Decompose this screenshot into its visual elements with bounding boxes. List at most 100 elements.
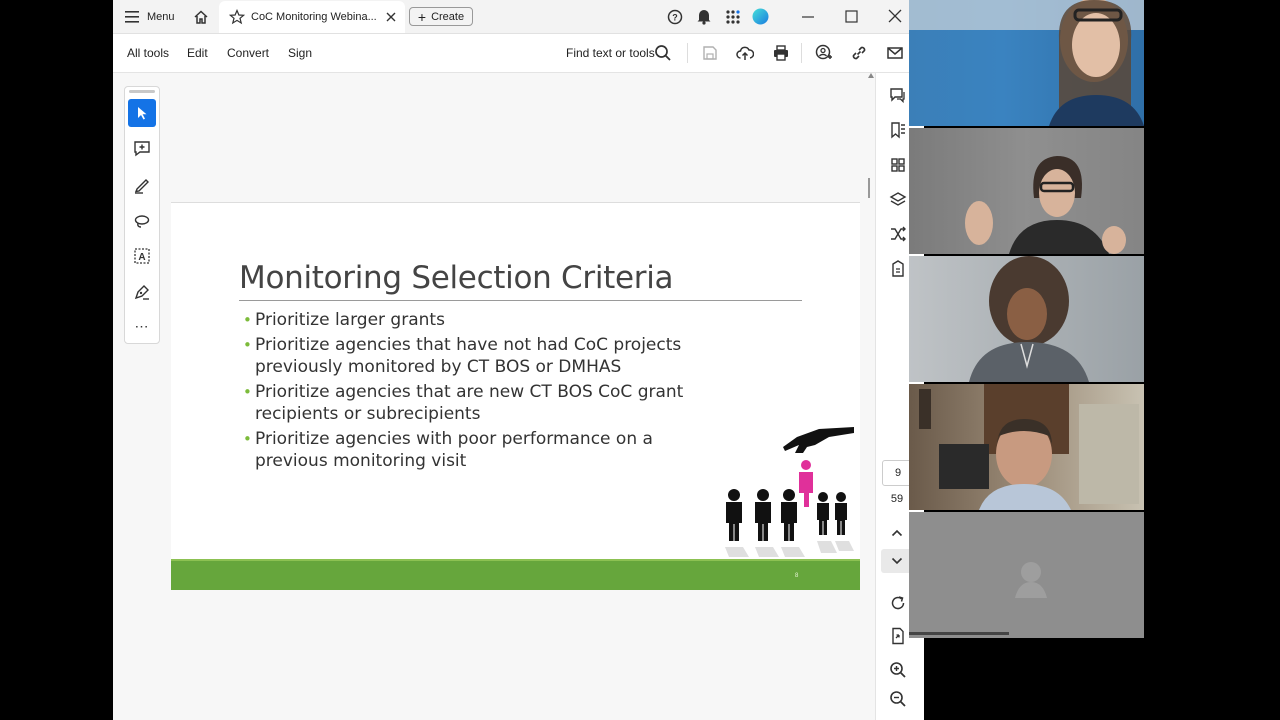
participant-video-tile[interactable] [909,0,1144,126]
close-window-icon[interactable] [888,9,902,23]
text-box-icon: A [134,248,150,264]
participant-video-tile[interactable] [909,384,1144,510]
apps-grid-icon[interactable] [725,9,741,25]
rotate-view-button[interactable] [888,593,908,613]
save-icon[interactable] [701,44,719,62]
upload-cloud-icon[interactable] [736,44,754,62]
vertical-scrollbar[interactable] [867,73,875,720]
toolbar-divider [687,43,688,63]
chevron-up-icon [891,529,903,537]
sign-tool-button[interactable] [128,278,156,306]
scroll-up-arrow-icon[interactable] [868,73,874,78]
participant-video-tile[interactable] [909,256,1144,382]
email-icon[interactable] [886,44,904,62]
extract-page-button[interactable] [888,626,908,646]
bookmark-icon [891,122,905,139]
bullet-text: Prioritize agencies that are new CT BOS … [255,382,684,424]
tab-title: CoC Monitoring Webina... [251,11,377,23]
add-comment-tool-button[interactable] [128,135,156,163]
bullet-item: • Prioritize agencies that have not had C… [241,334,721,378]
title-underline [239,300,802,301]
pdf-viewer-window: Menu CoC Monitoring Webina... + Create ?… [113,0,924,720]
participant-video-tile[interactable] [909,128,1144,254]
chevron-down-icon [891,557,903,565]
create-button[interactable]: + Create [409,7,473,26]
home-button[interactable] [193,0,209,33]
bell-icon[interactable] [696,8,712,25]
help-icon[interactable]: ? [667,9,683,25]
text-recognition-tool-button[interactable]: A [128,242,156,270]
attachments-panel-button[interactable] [888,259,908,279]
comment-add-icon [134,141,150,157]
participant-placeholder-icon [909,562,1047,635]
slide-page-number: 8 [795,573,799,579]
svg-text:?: ? [672,13,678,23]
edit-button[interactable]: Edit [187,46,208,60]
zoom-in-button[interactable] [888,660,908,680]
quick-tools-rail: A ⋯ [124,86,160,344]
scrollbar-thumb[interactable] [868,178,870,198]
menu-button[interactable]: Menu [125,0,175,33]
comments-panel-button[interactable] [888,85,908,105]
search-icon[interactable] [654,44,672,62]
toolbar-divider [801,43,802,63]
minimize-icon[interactable] [801,10,815,24]
rail-grip[interactable] [129,90,155,93]
bullet-dot-icon: • [243,336,252,354]
page-thumbnails-button[interactable] [888,155,908,175]
layers-icon [889,192,907,206]
all-tools-button[interactable]: All tools [127,46,169,60]
create-label: Create [431,10,465,23]
zoom-out-button[interactable] [888,689,908,709]
bullet-text: Prioritize agencies with poor performanc… [255,429,653,471]
star-icon[interactable] [229,9,245,25]
lasso-icon [134,215,150,228]
compare-panel-button[interactable] [888,224,908,244]
ellipsis-icon: ⋯ [134,317,150,334]
link-icon[interactable] [850,44,868,62]
title-bar: Menu CoC Monitoring Webina... + Create ? [113,0,923,34]
bookmarks-panel-button[interactable] [888,120,908,140]
draw-tool-button[interactable] [128,207,156,235]
convert-button[interactable]: Convert [227,46,269,60]
main-toolbar: All tools Edit Convert Sign Find text or… [113,34,923,73]
highlight-tool-button[interactable] [128,171,156,199]
participant-silhouette-icon [909,128,1144,254]
bullet-text: Prioritize larger grants [255,310,445,330]
more-tools-button[interactable]: ⋯ [128,312,156,340]
zoom-out-icon [890,691,906,707]
bullet-item: • Prioritize agencies with poor performan… [241,428,721,472]
share-user-icon[interactable] [815,44,833,62]
pen-icon [134,179,149,194]
zoom-in-icon [890,662,906,678]
select-tool-button[interactable] [128,99,156,127]
tab-document[interactable]: CoC Monitoring Webina... [219,1,405,33]
find-text-button[interactable]: Find text or tools [566,46,655,60]
slide-title: Monitoring Selection Criteria [239,260,674,296]
participant-silhouette-icon [919,384,1139,510]
participant-video-tile[interactable] [909,512,1144,638]
bullet-dot-icon: • [243,430,252,448]
cursor-arrow-icon [138,107,147,120]
maximize-icon[interactable] [845,10,858,23]
svg-text:A: A [138,252,145,263]
rotate-icon [891,596,905,610]
close-tab-icon[interactable] [385,11,397,23]
bullet-item: • Prioritize agencies that are new CT BOS… [241,381,721,425]
thumbnails-grid-icon [891,158,905,172]
profile-avatar-icon[interactable] [752,8,769,25]
pdf-page: Monitoring Selection Criteria • Prioritiz… [171,202,860,590]
total-pages-label: 59 [890,493,904,505]
menu-label: Menu [147,10,175,23]
fountain-pen-icon [134,285,149,300]
bullet-list: • Prioritize larger grants • Prioritize ag… [241,309,721,475]
bullet-dot-icon: • [243,311,252,329]
selection-clipart [725,427,854,557]
sign-button[interactable]: Sign [288,46,312,60]
layers-panel-button[interactable] [888,190,908,210]
participant-silhouette-icon [969,256,1089,382]
bullet-dot-icon: • [243,383,252,401]
footer-band [171,561,860,590]
document-page-icon [892,627,904,645]
print-icon[interactable] [772,44,790,62]
